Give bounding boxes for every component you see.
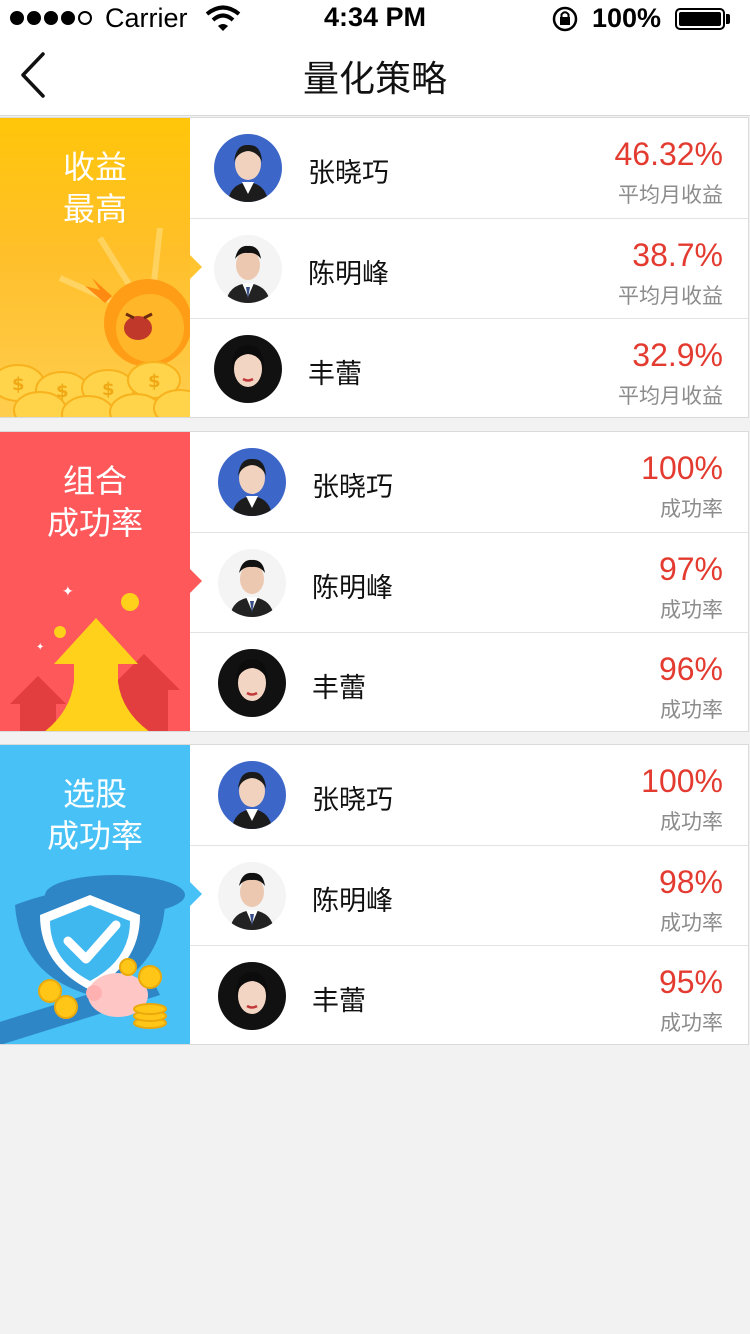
female-avatar [214,134,282,202]
metric-label: 成功率 [660,1011,723,1035]
list-item[interactable]: 张晓巧 46.32% 平均月收益 [190,118,749,218]
metric-value: 96% [658,651,723,687]
list-item[interactable]: 丰蕾 32.9% 平均月收益 [190,318,749,418]
stock-pick-success-banner[interactable]: 选股 成功率 [0,745,190,1044]
svg-text:$: $ [56,381,69,402]
rising-arrows-illustration: ✦ ✦ [10,584,180,731]
metric-value: 100% [641,450,723,486]
highest-return-section: 收益 最高 $ $ $ $ 张晓巧 46.32% 平均月收益 陈明峰 38.7%… [0,117,749,418]
avatar-portrait [214,335,282,403]
strategist-name: 张晓巧 [312,472,393,503]
page-title: 量化策略 [302,59,447,100]
navigation-bar: 量化策略 [0,38,750,116]
svg-text:$: $ [12,374,25,395]
metric-value: 97% [658,551,723,587]
strategist-name: 陈明峰 [308,259,389,290]
svg-text:✦: ✦ [36,642,44,653]
metric-value: 46.32% [614,136,723,172]
avatar-portrait [214,134,282,202]
female-avatar [218,448,286,516]
metric-label: 成功率 [660,810,723,834]
portfolio-success-banner[interactable]: 组合 成功率 ✦ ✦ [0,432,190,731]
portfolio-success-section: 组合 成功率 ✦ ✦ 张晓巧 100% 成功率 陈明峰 97% 成功率 丰蕾 9… [0,431,749,732]
list-item[interactable]: 陈明峰 98% 成功率 [190,845,749,945]
back-button[interactable] [14,50,54,100]
strategist-name: 陈明峰 [312,886,393,917]
metric-label: 平均月收益 [618,384,723,408]
shield-piggy-bank-illustration [0,875,185,1044]
avatar-portrait [218,962,286,1030]
list-item[interactable]: 张晓巧 100% 成功率 [190,432,749,532]
battery-tip [726,14,730,24]
metric-label: 成功率 [660,497,723,521]
metric-value: 98% [658,864,723,900]
metric-value: 100% [641,763,723,799]
avatar-portrait [218,862,286,930]
strategist-name: 张晓巧 [312,785,393,816]
strategist-name: 丰蕾 [312,986,366,1017]
avatar-portrait [218,549,286,617]
female-avatar [218,761,286,829]
metric-label: 平均月收益 [618,183,723,207]
status-bar: Carrier 4:34 PM 100% [0,0,750,38]
list-item[interactable]: 丰蕾 95% 成功率 [190,945,749,1045]
sun-coins-illustration: $ $ $ $ [0,227,190,417]
female-avatar [214,335,282,403]
battery-percentage: 100% [592,3,662,33]
strategist-name: 丰蕾 [312,673,366,704]
avatar-portrait [214,235,282,303]
list-item[interactable]: 陈明峰 97% 成功率 [190,532,749,632]
strategist-name: 陈明峰 [312,573,393,604]
female-avatar [218,649,286,717]
list-item[interactable]: 丰蕾 96% 成功率 [190,632,749,732]
metric-label: 平均月收益 [618,284,723,308]
svg-text:✦: ✦ [62,584,74,600]
strategist-name: 张晓巧 [308,158,389,189]
svg-text:$: $ [102,379,115,400]
avatar-portrait [218,649,286,717]
list-item[interactable]: 张晓巧 100% 成功率 [190,745,749,845]
rotation-lock-icon [552,6,578,32]
female-avatar [218,962,286,1030]
list-item[interactable]: 陈明峰 38.7% 平均月收益 [190,218,749,318]
avatar-portrait [218,761,286,829]
stock-pick-success-section: 选股 成功率 张晓巧 100% 成功率 陈明峰 98% 成功率 丰蕾 95% 成… [0,744,749,1045]
male-avatar [218,549,286,617]
metric-label: 成功率 [660,698,723,722]
svg-text:$: $ [148,371,161,392]
metric-value: 38.7% [632,237,723,273]
battery-icon [675,8,725,30]
male-avatar [218,862,286,930]
metric-value: 95% [658,964,723,1000]
strategist-name: 丰蕾 [308,359,362,390]
avatar-portrait [218,448,286,516]
metric-value: 32.9% [632,337,723,373]
chevron-left-icon [21,52,45,98]
highest-return-banner[interactable]: 收益 最高 $ $ $ $ [0,118,190,417]
male-avatar [214,235,282,303]
metric-label: 成功率 [660,911,723,935]
metric-label: 成功率 [660,598,723,622]
